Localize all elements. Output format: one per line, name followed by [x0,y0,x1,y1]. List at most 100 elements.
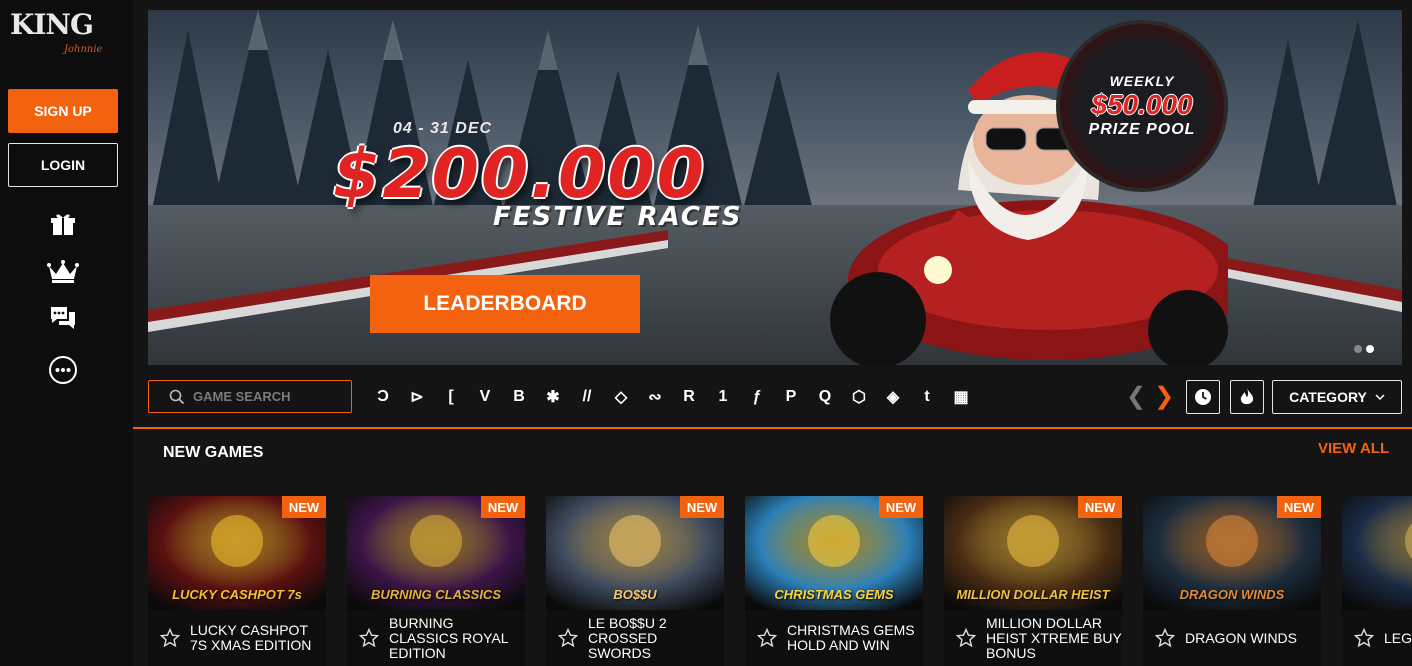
game-thumbnail[interactable]: LEGA [1342,496,1412,610]
new-badge: NEW [1277,496,1321,518]
game-card[interactable]: MILLION DOLLAR HEIST NEW MILLION DOLLAR … [944,496,1122,666]
promo-banner[interactable]: 04 - 31 DEC $200.000 FESTIVE RACES LEADE… [148,10,1402,365]
games-toolbar: Ɔ⊳[VB✱//◇∾R1ƒPQ⬡◈t▦ ❮ ❯ CATEGORY [148,380,1402,414]
prize-pool-label: PRIZE POOL [1088,121,1196,138]
game-thumbnail[interactable]: LUCKY CASHPOT 7s NEW [148,496,326,610]
new-badge: NEW [879,496,923,518]
game-art-title: LUCKY CASHPOT 7s [172,587,302,602]
game-info: CHRISTMAS GEMS HOLD AND WIN [745,610,923,666]
provider-logo-icon[interactable]: Q [808,384,842,410]
chevron-right-icon[interactable]: ❯ [1154,382,1174,411]
search-icon [169,389,185,404]
sidebar: KING Johnnie SIGN UP LOGIN [0,0,133,666]
logo[interactable]: KING Johnnie [10,8,120,64]
game-name[interactable]: DRAGON WINDS [1185,630,1297,646]
new-badge: NEW [680,496,724,518]
provider-logo-icon[interactable]: Ɔ [366,384,400,410]
provider-logo-icon[interactable]: ◈ [876,384,910,410]
game-info: LEG AN [1342,610,1412,666]
carousel-dot[interactable] [1354,345,1362,353]
games-row: LUCKY CASHPOT 7s NEW LUCKY CASHPOT 7S XM… [148,496,1412,666]
provider-logo-icon[interactable]: ✱ [536,384,570,410]
game-name[interactable]: CHRISTMAS GEMS HOLD AND WIN [787,623,923,653]
chat-icon[interactable] [47,302,79,334]
star-icon[interactable] [359,628,379,648]
chevron-down-icon [1375,394,1385,400]
provider-logo-icon[interactable]: P [774,384,808,410]
login-button[interactable]: LOGIN [8,143,118,187]
star-icon[interactable] [1354,628,1374,648]
provider-logo-icon[interactable]: ▦ [944,384,978,410]
game-art-title: DRAGON WINDS [1179,587,1285,602]
provider-logo-icon[interactable]: [ [434,384,468,410]
star-icon[interactable] [160,628,180,648]
section-title: NEW GAMES [163,444,264,461]
star-icon[interactable] [1155,628,1175,648]
provider-logo-icon[interactable]: 1 [706,384,740,410]
chevron-left-icon[interactable]: ❮ [1126,382,1146,411]
clock-icon [1195,389,1211,405]
provider-scroll-arrows: ❮ ❯ [1126,382,1174,411]
game-card[interactable]: BO$$U NEW LE BO$$U 2 CROSSED SWORDS [546,496,724,666]
game-thumbnail[interactable]: BURNING CLASSICS NEW [347,496,525,610]
provider-logo-icon[interactable]: ∾ [638,384,672,410]
game-thumbnail[interactable]: MILLION DOLLAR HEIST NEW [944,496,1122,610]
provider-logo-icon[interactable]: t [910,384,944,410]
fire-icon [1240,388,1254,405]
prize-weekly: WEEKLY [1109,73,1175,89]
game-card[interactable]: BURNING CLASSICS NEW BURNING CLASSICS RO… [347,496,525,666]
game-info: LUCKY CASHPOT 7S XMAS EDITION [148,610,326,666]
leaderboard-button[interactable]: LEADERBOARD [370,275,640,333]
signup-button[interactable]: SIGN UP [8,89,118,133]
star-icon[interactable] [757,628,777,648]
game-card[interactable]: LUCKY CASHPOT 7s NEW LUCKY CASHPOT 7S XM… [148,496,326,666]
prize-amount: $50.000 [1091,89,1193,120]
category-dropdown[interactable]: CATEGORY [1272,380,1402,414]
new-badge: NEW [481,496,525,518]
provider-filter-list: Ɔ ⊳[V B ✱//◇ ∾ R 1 ƒ P Q ⬡ ◈ t ▦ [366,384,978,410]
gift-icon[interactable] [47,208,79,240]
provider-logo-icon[interactable]: R [672,384,706,410]
game-card[interactable]: LEGA LEG AN [1342,496,1412,666]
view-all-link[interactable]: VIEW ALL [1318,440,1389,457]
game-card[interactable]: CHRISTMAS GEMS NEW CHRISTMAS GEMS HOLD A… [745,496,923,666]
crown-icon[interactable] [47,256,79,288]
game-name[interactable]: LEG AN [1384,630,1412,646]
provider-logo-icon[interactable]: // [570,384,604,410]
game-card[interactable]: DRAGON WINDS NEW DRAGON WINDS [1143,496,1321,666]
provider-logo-icon[interactable]: B [502,384,536,410]
game-info: LE BO$$U 2 CROSSED SWORDS [546,610,724,666]
hot-button[interactable] [1230,380,1264,414]
game-thumbnail[interactable]: DRAGON WINDS NEW [1143,496,1321,610]
game-name[interactable]: MILLION DOLLAR HEIST XTREME BUY BONUS [986,615,1122,661]
search-box[interactable] [148,380,352,413]
game-name[interactable]: LE BO$$U 2 CROSSED SWORDS [588,615,724,661]
carousel-dots [1354,345,1374,353]
provider-logo-icon[interactable]: ⬡ [842,384,876,410]
game-art-title: CHRISTMAS GEMS [774,587,894,602]
category-label: CATEGORY [1289,389,1367,405]
more-icon[interactable] [47,354,79,386]
game-name[interactable]: BURNING CLASSICS ROYAL EDITION [389,615,525,661]
new-badge: NEW [1078,496,1122,518]
provider-logo-icon[interactable]: ◇ [604,384,638,410]
new-badge: NEW [282,496,326,518]
promo-subtitle: FESTIVE RACES [493,202,743,232]
game-art-title: BURNING CLASSICS [370,587,501,602]
game-thumbnail[interactable]: BO$$U NEW [546,496,724,610]
search-input[interactable] [193,389,343,404]
carousel-dot-active[interactable] [1366,345,1374,353]
provider-logo-icon[interactable]: V [468,384,502,410]
star-icon[interactable] [956,628,976,648]
game-info: DRAGON WINDS [1143,610,1321,666]
game-art-title: MILLION DOLLAR HEIST [956,587,1110,602]
game-info: MILLION DOLLAR HEIST XTREME BUY BONUS [944,610,1122,666]
logo-subtext: Johnnie [64,44,103,55]
game-thumbnail[interactable]: CHRISTMAS GEMS NEW [745,496,923,610]
recent-button[interactable] [1186,380,1220,414]
game-name[interactable]: LUCKY CASHPOT 7S XMAS EDITION [190,623,326,653]
star-icon[interactable] [558,628,578,648]
logo-text: KING [10,8,94,41]
provider-logo-icon[interactable]: ⊳ [400,384,434,410]
provider-logo-icon[interactable]: ƒ [740,384,774,410]
